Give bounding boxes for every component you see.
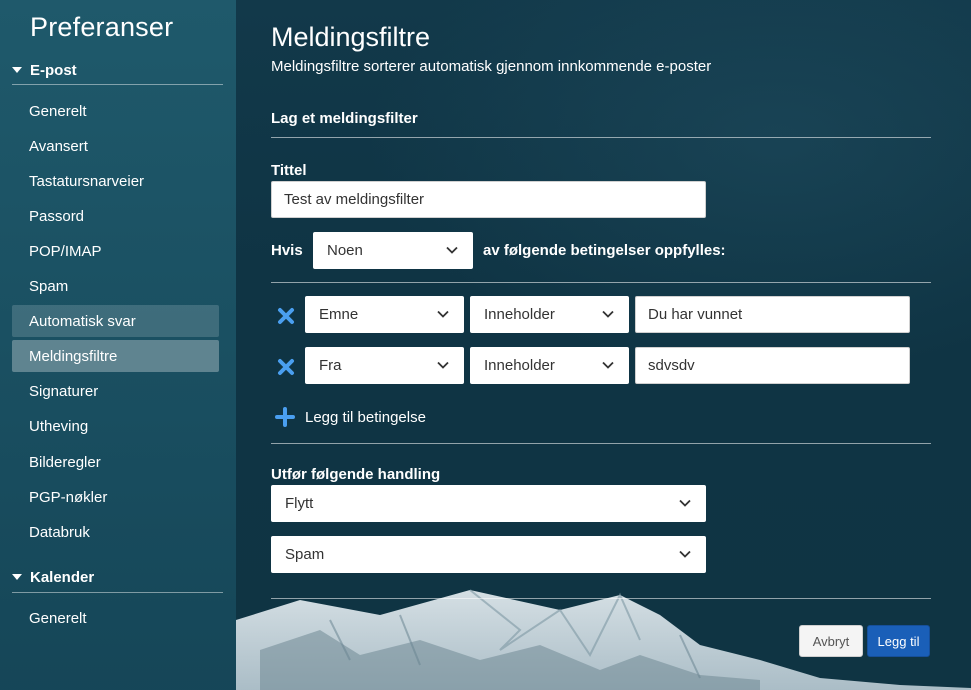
sidebar-item-message-filters[interactable]: Meldingsfiltre xyxy=(12,340,219,372)
caret-down-icon xyxy=(12,67,22,73)
match-type-select[interactable]: Noen xyxy=(313,232,473,269)
sidebar-item-pop-imap[interactable]: POP/IMAP xyxy=(12,235,219,267)
filter-title-input[interactable] xyxy=(271,181,706,218)
condition-value-input[interactable] xyxy=(635,347,910,384)
condition-value-input[interactable] xyxy=(635,296,910,333)
sidebar-item-auto-reply[interactable]: Automatisk svar xyxy=(12,305,219,337)
chevron-down-icon xyxy=(602,361,614,369)
sidebar-item-general[interactable]: Generelt xyxy=(12,95,219,127)
sidebar-section-label: Kalender xyxy=(30,568,95,586)
sidebar-item-pgp-keys[interactable]: PGP-nøkler xyxy=(12,481,219,513)
if-label: Hvis xyxy=(271,242,303,259)
divider xyxy=(271,137,931,138)
chevron-down-icon xyxy=(437,361,449,369)
sidebar-item-image-rules[interactable]: Bilderegler xyxy=(12,446,219,478)
match-type-value: Noen xyxy=(327,242,363,259)
divider xyxy=(271,598,931,599)
chevron-down-icon xyxy=(679,499,691,507)
condition-field-select[interactable]: Emne xyxy=(305,296,464,333)
divider xyxy=(271,443,931,444)
sidebar-item-data-usage[interactable]: Databruk xyxy=(12,516,219,548)
sidebar-item-signatures[interactable]: Signaturer xyxy=(12,375,219,407)
add-filter-button[interactable]: Legg til xyxy=(867,625,930,657)
condition-operator-value: Inneholder xyxy=(484,357,555,374)
sidebar-section-calendar[interactable]: Kalender xyxy=(12,565,94,589)
sidebar-item-password[interactable]: Passord xyxy=(12,200,219,232)
section-divider xyxy=(12,592,223,593)
sidebar-item-spam[interactable]: Spam xyxy=(12,270,219,302)
action-select[interactable]: Flytt xyxy=(271,485,706,522)
sidebar-item-calendar-general[interactable]: Generelt xyxy=(12,602,219,634)
cancel-button[interactable]: Avbryt xyxy=(799,625,863,657)
target-folder-value: Spam xyxy=(285,546,325,563)
sidebar-item-keyboard-shortcuts[interactable]: Tastatursnarveier xyxy=(12,165,219,197)
chevron-down-icon xyxy=(437,310,449,318)
add-condition-button[interactable]: Legg til betingelse xyxy=(275,405,426,429)
sidebar-section-label: E-post xyxy=(30,61,77,79)
page-subtitle: Meldingsfiltre sorterer automatisk gjenn… xyxy=(271,58,712,75)
remove-condition-icon[interactable] xyxy=(276,357,296,377)
add-condition-label: Legg til betingelse xyxy=(305,408,426,426)
target-folder-select[interactable]: Spam xyxy=(271,536,706,573)
sidebar: Preferanser E-post Generelt Avansert Tas… xyxy=(0,0,236,690)
condition-field-value: Emne xyxy=(319,306,359,323)
chevron-down-icon xyxy=(446,246,458,254)
caret-down-icon xyxy=(12,574,22,580)
divider xyxy=(271,282,931,283)
sidebar-title: Preferanser xyxy=(30,12,174,42)
match-suffix-label: av følgende betingelser oppfylles: xyxy=(483,242,726,259)
section-divider xyxy=(12,84,223,85)
remove-condition-icon[interactable] xyxy=(276,306,296,326)
plus-icon xyxy=(275,407,295,427)
sidebar-section-email[interactable]: E-post xyxy=(12,58,77,82)
chevron-down-icon xyxy=(602,310,614,318)
condition-field-value: Fra xyxy=(319,357,342,374)
sidebar-item-advanced[interactable]: Avansert xyxy=(12,130,219,162)
chevron-down-icon xyxy=(679,550,691,558)
page-title: Meldingsfiltre xyxy=(271,22,431,52)
main-content: Meldingsfiltre Meldingsfiltre sorterer a… xyxy=(271,0,931,690)
action-select-value: Flytt xyxy=(285,495,314,512)
condition-operator-select[interactable]: Inneholder xyxy=(470,347,629,384)
title-label: Tittel xyxy=(271,162,307,179)
condition-operator-select[interactable]: Inneholder xyxy=(470,296,629,333)
action-label: Utfør følgende handling xyxy=(271,466,441,483)
condition-field-select[interactable]: Fra xyxy=(305,347,464,384)
condition-operator-value: Inneholder xyxy=(484,306,555,323)
sidebar-item-highlighting[interactable]: Utheving xyxy=(12,410,219,442)
section-title: Lag et meldingsfilter xyxy=(271,110,418,127)
